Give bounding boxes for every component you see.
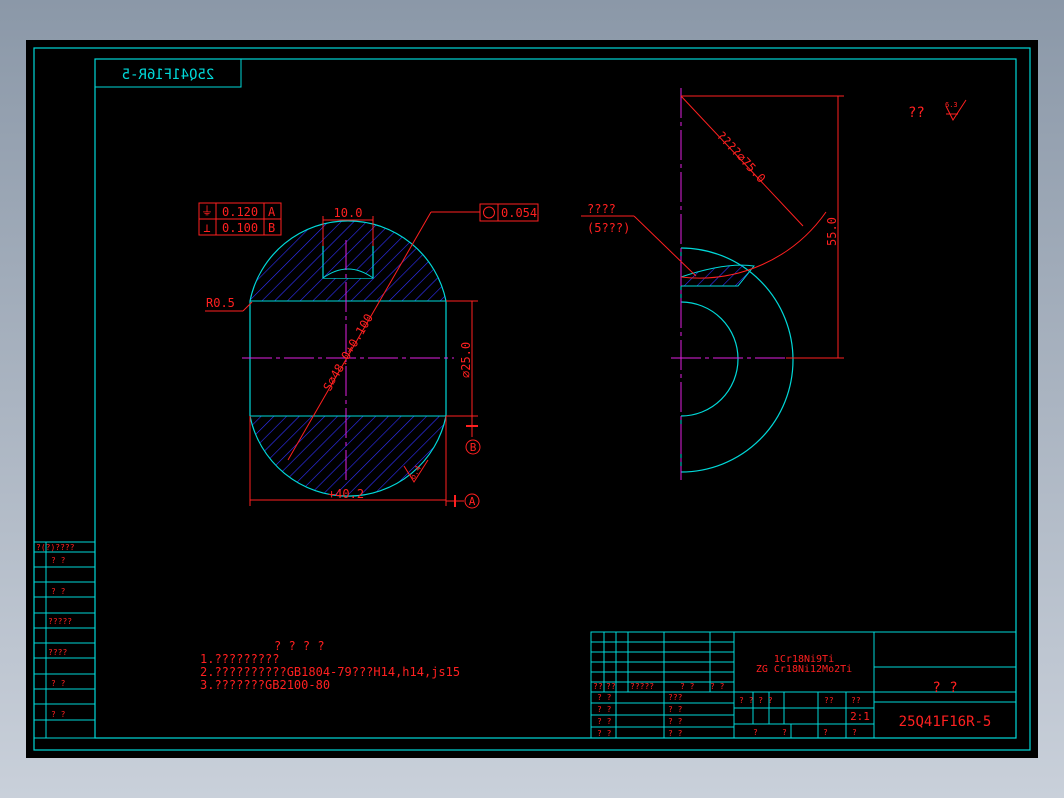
dia-arc bbox=[680, 211, 827, 279]
rev-col-4: ? ? bbox=[680, 682, 695, 691]
left-row-1: ? ? bbox=[51, 556, 66, 565]
left-table bbox=[33, 541, 96, 739]
leader-bottom: (5???) bbox=[587, 221, 630, 235]
rev-col-3: ????? bbox=[630, 682, 654, 691]
datum-a-ref: A bbox=[268, 205, 276, 219]
bottom-hatch bbox=[250, 416, 446, 497]
note-3: 3.???????GB2100-80 bbox=[200, 678, 330, 692]
rev-col-1: ?? bbox=[593, 682, 603, 691]
rough-title: ?? bbox=[908, 105, 925, 121]
left-row-3: ????? bbox=[48, 617, 72, 626]
part-name: ? ? bbox=[932, 680, 957, 696]
sign-3b: ? ? bbox=[668, 717, 683, 726]
weight-label: ?? bbox=[824, 696, 834, 705]
tol-perp: 0.100 bbox=[222, 221, 258, 235]
tol-parallel: 0.120 bbox=[222, 205, 258, 219]
gdt-frame: ⏚ 0.120 A ⊥ 0.100 B bbox=[198, 202, 282, 236]
sign-1b: ??? bbox=[668, 693, 683, 702]
left-row-2: ? ? bbox=[51, 587, 66, 596]
drawing-code: 25Q41F16R-5 bbox=[899, 714, 992, 730]
side-hatch bbox=[680, 264, 755, 287]
inner-arc bbox=[680, 301, 739, 417]
width-dim: +40.2 bbox=[328, 487, 364, 501]
front-view: ⏚ 0.120 A ⊥ 0.100 B 10.0 0.054 S⌀48.0+0.… bbox=[198, 202, 539, 509]
scale-label: ?? bbox=[851, 696, 861, 705]
datum-b-label: B bbox=[470, 441, 477, 454]
ground-icon: ⏚ bbox=[201, 204, 213, 218]
bottom-label-4: ? bbox=[852, 728, 857, 737]
height-dim: 55.0 bbox=[825, 217, 839, 246]
cad-drawing: 25Q41F16R-5 ⏚ 0.120 A ⊥ 0.100 B 10.0 0.0… bbox=[33, 47, 1031, 751]
bottom-label-3: ? bbox=[823, 728, 828, 737]
stage-label: ? ? ? ? bbox=[739, 696, 773, 705]
flat-dist-dim: ⌀25.0 bbox=[459, 342, 473, 378]
material-2: ZG Cr18Ni12Mo2Ti bbox=[756, 664, 852, 675]
sign-3a: ? ? bbox=[597, 717, 612, 726]
roundness-tol: 0.054 bbox=[501, 206, 537, 220]
dia-dim: ????⌀75.0 bbox=[714, 128, 769, 185]
rough-value: 6.3 bbox=[945, 101, 958, 109]
top-hatch bbox=[250, 220, 446, 301]
notes-heading: ? ? ? ? bbox=[274, 639, 325, 653]
mirrored-id-text: 25Q41F16R-5 bbox=[122, 67, 215, 83]
note-1: 1.????????? bbox=[200, 652, 279, 666]
left-table-header: ?(?)???? bbox=[36, 543, 75, 552]
left-row-4: ???? bbox=[48, 648, 67, 657]
radius-dim: R0.5 bbox=[206, 296, 235, 310]
sign-4b: ? ? bbox=[668, 729, 683, 738]
sphere-dia-dim: S⌀48.0+0.100 bbox=[320, 311, 375, 393]
left-row-6: ? ? bbox=[51, 710, 66, 719]
leader-top: ???? bbox=[587, 202, 616, 216]
bottom-label-1: ? bbox=[753, 728, 758, 737]
datum-a-label: A bbox=[469, 495, 476, 508]
left-row-5: ? ? bbox=[51, 679, 66, 688]
slot-width-dim: 10.0 bbox=[334, 206, 363, 220]
note-2: 2.??????????GB1804-79???H14,h14,js15 bbox=[200, 665, 460, 679]
roundness-icon bbox=[483, 206, 495, 219]
sign-2b: ? ? bbox=[668, 705, 683, 714]
rev-col-5: ? ? bbox=[710, 682, 725, 691]
outer-frame bbox=[33, 47, 1031, 751]
side-view: ????⌀75.0 55.0 ???? (5???) ?? 6.3 bbox=[581, 88, 967, 480]
sign-1a: ? ? bbox=[597, 693, 612, 702]
drawing-sheet: 25Q41F16R-5 ⏚ 0.120 A ⊥ 0.100 B 10.0 0.0… bbox=[26, 40, 1038, 758]
sign-4a: ? ? bbox=[597, 729, 612, 738]
bottom-label-2: ? bbox=[782, 728, 787, 737]
rev-col-2: ?? bbox=[606, 682, 616, 691]
sign-2a: ? ? bbox=[597, 705, 612, 714]
perpendicular-icon: ⊥ bbox=[203, 221, 210, 235]
scale: 2:1 bbox=[850, 710, 870, 723]
datum-b-ref: B bbox=[268, 221, 275, 235]
inner-frame bbox=[94, 58, 1017, 739]
notes: ? ? ? ? 1.????????? 2.??????????GB1804-7… bbox=[200, 639, 460, 692]
